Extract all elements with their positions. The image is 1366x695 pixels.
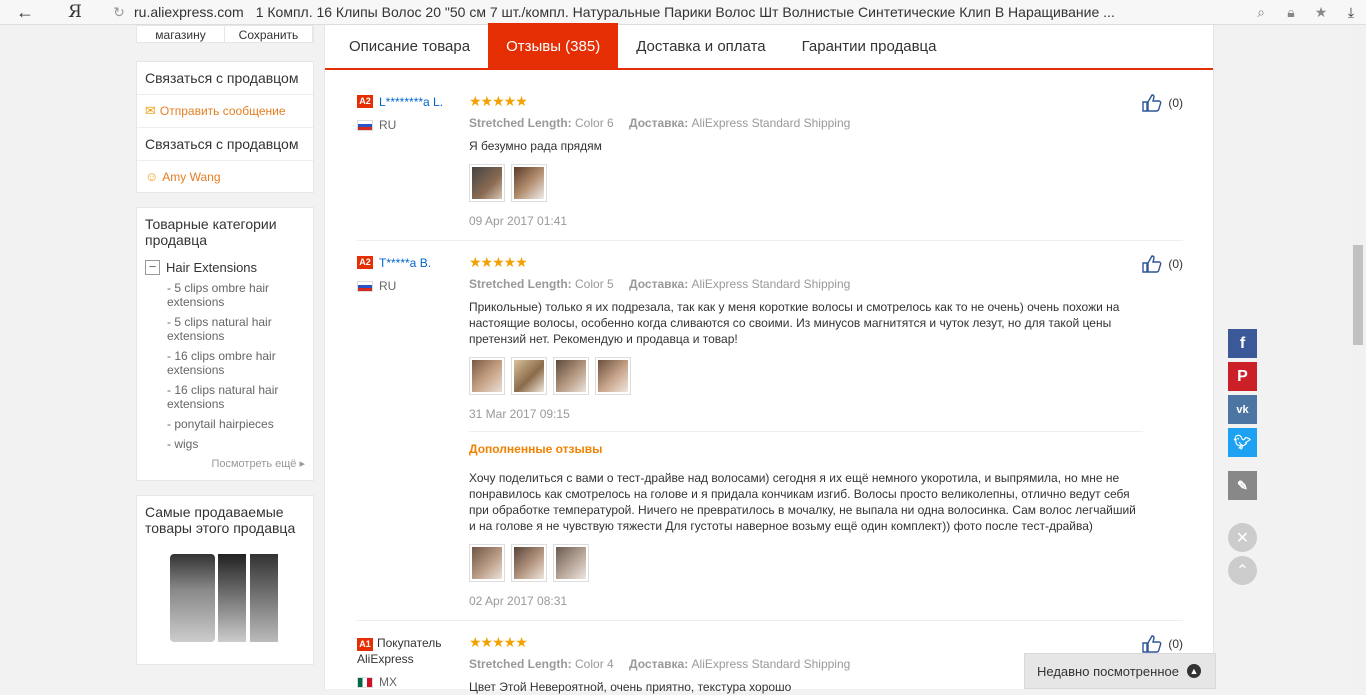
tab-description[interactable]: Описание товара — [331, 23, 488, 68]
bestseller-product-image[interactable] — [170, 554, 280, 644]
tab-reviews[interactable]: Отзывы (385) — [488, 23, 619, 68]
save-store-link[interactable]: Сохранить — [225, 26, 313, 42]
rating-stars: ★★★★★ — [469, 634, 528, 650]
reviewer-info: A2 L********a L. RU — [357, 94, 467, 132]
scrollbar[interactable] — [1350, 25, 1366, 689]
review-photo[interactable] — [511, 164, 547, 202]
close-icon[interactable]: ✕ — [1228, 523, 1257, 552]
facebook-share-icon[interactable]: f — [1228, 329, 1257, 358]
pinterest-share-icon[interactable]: P — [1228, 362, 1257, 391]
url-domain: ru.aliexpress.com — [134, 4, 244, 20]
added-review-date: 02 Apr 2017 08:31 — [469, 594, 568, 608]
like-button[interactable]: (0) — [1142, 255, 1183, 273]
category-item[interactable]: - ponytail hairpieces — [167, 417, 305, 431]
review-photo[interactable] — [469, 164, 505, 202]
see-more-link[interactable]: Посмотреть ещё ▸ — [145, 457, 305, 470]
seller-categories: Товарные категории продавца − Hair Exten… — [136, 207, 314, 481]
chevron-up-icon: ▲ — [1186, 664, 1201, 678]
category-item[interactable]: - 5 clips ombre hair extensions — [167, 281, 305, 309]
flag-ru-icon — [357, 280, 373, 292]
category-root[interactable]: − Hair Extensions — [145, 260, 305, 275]
page-title: 1 Компл. 16 Клипы Волос 20 "50 см 7 шт./… — [255, 4, 1115, 20]
bestsellers-box: Самые продаваемые товары этого продавца — [136, 495, 314, 665]
reviewer-info: A2 T*****a B. RU — [357, 255, 467, 293]
review-photos — [469, 357, 1143, 395]
tab-shipping[interactable]: Доставка и оплата — [618, 23, 783, 68]
review-text: Я безумно рада прядям — [469, 139, 602, 153]
reviewer-name: L********a L. — [379, 95, 444, 109]
product-tabs: Описание товара Отзывы (385) Доставка и … — [325, 23, 1213, 70]
reload-icon[interactable]: ↻ — [104, 4, 134, 21]
review-photo[interactable] — [553, 544, 589, 582]
vk-share-icon[interactable]: vk — [1228, 395, 1257, 424]
category-item[interactable]: - 5 clips natural hair extensions — [167, 315, 305, 343]
bestsellers-heading: Самые продаваемые товары этого продавца — [145, 504, 296, 536]
review-text: Прикольные) только я их подрезала, так к… — [469, 300, 1120, 346]
reviewer-info: A1 Покупатель AliExpress MX — [357, 635, 467, 689]
contact-heading: Связаться с продавцом — [137, 128, 313, 161]
tab-guarantees[interactable]: Гарантии продавца — [784, 23, 955, 68]
contact-heading: Связаться с продавцом — [137, 62, 313, 95]
yandex-logo[interactable]: Я — [50, 2, 100, 22]
browser-toolbar: ← Я ↻ ru.aliexpress.com 1 Компл. 16 Клип… — [0, 0, 1366, 25]
store-tabs: магазину Сохранить — [136, 25, 314, 43]
store-link[interactable]: магазину — [137, 26, 225, 42]
category-list: - 5 clips ombre hair extensions - 5 clip… — [145, 281, 305, 451]
search-icon[interactable]: ⌕ — [1246, 4, 1276, 21]
reviewer-name: T*****a B. — [379, 256, 432, 270]
reviewer-country: RU — [379, 279, 397, 293]
review-photo[interactable] — [595, 357, 631, 395]
contact-seller-box: Связаться с продавцом ✉ Отправить сообще… — [136, 61, 314, 193]
address-bar[interactable]: ↻ ru.aliexpress.com 1 Компл. 16 Клипы Во… — [104, 0, 1304, 24]
reviewer-country: MX — [379, 675, 397, 689]
download-icon[interactable]: ⤓ — [1336, 4, 1366, 21]
review-meta: Stretched Length: Color 5 Доставка: AliE… — [469, 277, 851, 291]
buyer-level-badge: A2 — [357, 95, 373, 108]
rating-stars: ★★★★★ — [469, 93, 528, 109]
review-photo[interactable] — [553, 357, 589, 395]
buyer-level-badge: A2 — [357, 256, 373, 269]
added-review-photos — [469, 544, 1143, 582]
reviewer-country: RU — [379, 118, 397, 132]
category-item[interactable]: - 16 clips ombre hair extensions — [167, 349, 305, 377]
review-photo[interactable] — [469, 544, 505, 582]
lock-icon[interactable]: 🔒︎ — [1276, 4, 1306, 21]
feedback-pencil-icon[interactable]: ✎ — [1228, 471, 1257, 500]
envelope-icon: ✉ — [145, 103, 156, 118]
send-message-link[interactable]: ✉ Отправить сообщение — [137, 95, 313, 128]
review-photo[interactable] — [511, 544, 547, 582]
thumbs-up-icon — [1142, 635, 1162, 653]
review-item: A2 T*****a B. RU (0) ★★★★★ Stretched Len… — [357, 241, 1183, 621]
review-meta: Stretched Length: Color 6 Доставка: AliE… — [469, 116, 851, 130]
buyer-level-badge: A1 — [357, 638, 373, 651]
thumbs-up-icon — [1142, 94, 1162, 112]
review-date: 31 Mar 2017 09:15 — [469, 407, 570, 421]
store-sidebar: магазину Сохранить Связаться с продавцом… — [136, 25, 314, 665]
flag-mx-icon — [357, 676, 373, 688]
product-detail-main: Описание товара Отзывы (385) Доставка и … — [324, 23, 1214, 694]
added-reviews-heading: Дополненные отзывы — [469, 431, 1143, 456]
like-button[interactable]: (0) — [1142, 635, 1183, 653]
thumbs-up-icon — [1142, 255, 1162, 273]
twitter-share-icon[interactable]: 🐦︎ — [1228, 428, 1257, 457]
rating-stars: ★★★★★ — [469, 254, 528, 270]
collapse-icon[interactable]: − — [145, 260, 160, 275]
like-button[interactable]: (0) — [1142, 94, 1183, 112]
recently-viewed-bar[interactable]: Недавно посмотренное ▲ — [1024, 653, 1216, 689]
seller-chat-link[interactable]: ☺ Amy Wang — [137, 161, 313, 192]
star-icon[interactable]: ★ — [1306, 4, 1336, 21]
category-item[interactable]: - 16 clips natural hair extensions — [167, 383, 305, 411]
review-photos — [469, 164, 1143, 202]
categories-heading: Товарные категории продавца — [145, 216, 277, 248]
back-arrow-icon[interactable]: ← — [0, 2, 50, 23]
smiley-icon: ☺ — [145, 169, 159, 184]
review-photo[interactable] — [469, 357, 505, 395]
review-date: 09 Apr 2017 01:41 — [469, 214, 568, 228]
category-item[interactable]: - wigs — [167, 437, 305, 451]
flag-ru-icon — [357, 119, 373, 131]
scroll-top-icon[interactable]: ⌃ — [1228, 556, 1257, 585]
review-item: A2 L********a L. RU (0) ★★★★★ Stretched … — [357, 76, 1183, 241]
review-photo[interactable] — [511, 357, 547, 395]
added-review-text: Хочу поделиться с вами о тест-драйве над… — [469, 471, 1136, 533]
